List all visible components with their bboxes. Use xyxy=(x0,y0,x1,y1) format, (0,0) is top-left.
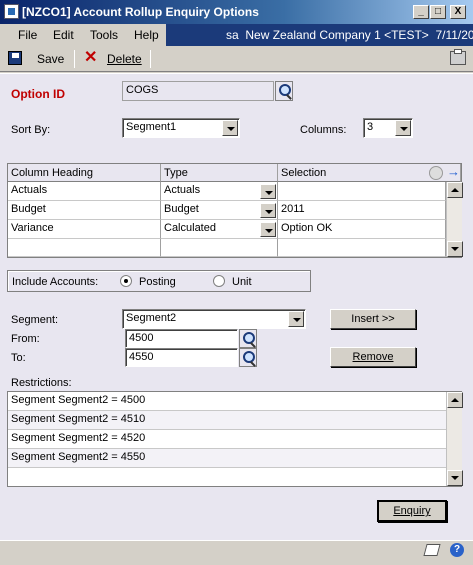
grid-scrollbar[interactable] xyxy=(446,182,463,257)
sort-by-label: Sort By: xyxy=(11,124,51,136)
remove-button[interactable]: Remove xyxy=(330,347,416,367)
grid-type-dropdown-icon[interactable] xyxy=(260,222,276,237)
from-label: From: xyxy=(11,333,40,345)
restrictions-label: Restrictions: xyxy=(11,377,72,389)
grid-expand-icon[interactable] xyxy=(429,166,443,180)
grid-empty-row[interactable] xyxy=(8,239,161,257)
segment-select[interactable]: Segment2 xyxy=(122,309,306,329)
company-name: New Zealand Company 1 <TEST> xyxy=(245,28,429,42)
minimize-button[interactable]: _ xyxy=(413,5,429,19)
session-info: sa New Zealand Company 1 <TEST> 7/11/201… xyxy=(226,28,473,42)
grid-empty-row[interactable] xyxy=(161,239,278,257)
grid-empty-row[interactable] xyxy=(278,239,446,257)
status-bar xyxy=(0,540,473,565)
grid-header-column-heading: Column Heading xyxy=(8,164,161,182)
user-name: sa xyxy=(226,28,239,42)
grid-header-type: Type xyxy=(161,164,278,182)
option-id-label: Option ID xyxy=(11,87,65,101)
scroll-up-icon[interactable] xyxy=(447,182,463,198)
menu-tools[interactable]: Tools xyxy=(90,28,118,42)
option-id-field[interactable]: COGS xyxy=(122,81,274,101)
unit-radio[interactable] xyxy=(213,275,225,287)
save-button[interactable]: Save xyxy=(37,52,64,66)
grid-row-selection[interactable]: 2011 xyxy=(278,201,446,220)
include-accounts-label: Include Accounts: xyxy=(12,276,99,288)
to-label: To: xyxy=(11,352,26,364)
window-title: [NZCO1] Account Rollup Enquiry Options xyxy=(22,5,259,19)
user-date: 7/11/2011 xyxy=(435,28,473,42)
menu-help[interactable]: Help xyxy=(134,28,159,42)
toolbar xyxy=(0,46,473,72)
restriction-item[interactable]: Segment Segment2 = 4520 xyxy=(8,430,446,449)
grid-navigate-arrow-icon[interactable]: → xyxy=(447,164,460,179)
printer-icon[interactable] xyxy=(450,49,466,65)
menu-file[interactable]: File xyxy=(18,28,37,42)
insert-button[interactable]: Insert >> xyxy=(330,309,416,329)
menu-edit[interactable]: Edit xyxy=(53,28,74,42)
restriction-item[interactable]: Segment Segment2 = 4550 xyxy=(8,449,446,468)
maximize-button[interactable]: □ xyxy=(430,5,446,19)
segment-label: Segment: xyxy=(11,314,59,326)
option-lookup-icon[interactable] xyxy=(275,81,293,101)
restriction-item[interactable]: Segment Segment2 = 4510 xyxy=(8,411,446,430)
delete-button[interactable]: Delete xyxy=(107,52,142,66)
segment-dropdown-icon[interactable] xyxy=(288,311,304,327)
to-lookup-icon[interactable] xyxy=(239,348,257,367)
unit-label: Unit xyxy=(232,276,252,288)
app-icon xyxy=(4,4,19,19)
grid-row-heading[interactable]: Budget xyxy=(8,201,161,220)
posting-label: Posting xyxy=(139,276,176,288)
toolbar-separator xyxy=(150,50,151,68)
from-lookup-icon[interactable] xyxy=(239,329,257,348)
from-field[interactable]: 4500 xyxy=(125,329,238,348)
grid-row-heading[interactable]: Variance xyxy=(8,220,161,239)
scroll-down-icon[interactable] xyxy=(447,241,463,257)
enquiry-button[interactable]: Enquiry xyxy=(377,500,447,522)
help-icon[interactable]: ? xyxy=(450,543,464,557)
close-button[interactable]: X xyxy=(450,5,466,19)
delete-icon[interactable]: ✕ xyxy=(84,50,98,66)
sort-by-dropdown-icon[interactable] xyxy=(222,120,238,136)
scroll-down-icon[interactable] xyxy=(447,470,463,486)
grid-type-dropdown-icon[interactable] xyxy=(260,184,276,199)
scroll-up-icon[interactable] xyxy=(447,392,463,408)
posting-radio[interactable] xyxy=(120,275,132,287)
save-icon[interactable] xyxy=(8,51,22,65)
grid-type-dropdown-icon[interactable] xyxy=(260,203,276,218)
toolbar-separator xyxy=(74,50,75,68)
columns-label: Columns: xyxy=(300,124,347,136)
columns-dropdown-icon[interactable] xyxy=(395,120,411,136)
restrictions-scrollbar[interactable] xyxy=(446,392,463,486)
to-field[interactable]: 4550 xyxy=(125,348,238,367)
restriction-item[interactable]: Segment Segment2 = 4500 xyxy=(8,392,446,411)
grid-row-heading[interactable]: Actuals xyxy=(8,182,161,201)
grid-row-selection[interactable] xyxy=(278,182,446,201)
grid-row-selection[interactable]: Option OK xyxy=(278,220,446,239)
